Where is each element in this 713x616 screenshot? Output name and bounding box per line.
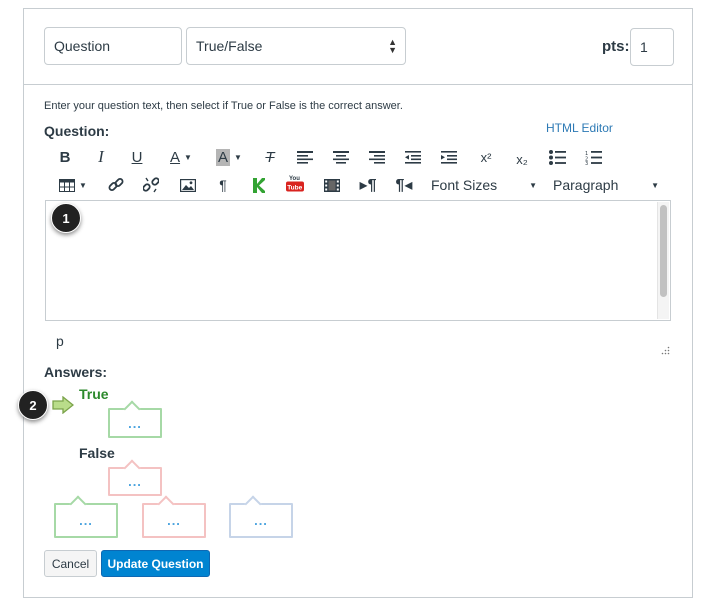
answer-true[interactable]: True	[79, 386, 109, 402]
question-label: Question:	[44, 123, 110, 139]
image-icon	[180, 178, 196, 192]
rtl-direction-button[interactable]: ¶◂	[393, 174, 415, 196]
editor-path-indicator: p	[56, 333, 64, 349]
update-question-button[interactable]: Update Question	[101, 550, 210, 577]
chevron-down-icon: ▼	[79, 180, 87, 190]
answer-true-comment-button[interactable]: ...	[108, 400, 162, 438]
insert-link-button[interactable]	[106, 174, 126, 196]
align-right-icon	[369, 150, 385, 164]
svg-text:3: 3	[585, 161, 588, 165]
editor-scrollbar-thumb[interactable]	[660, 205, 667, 297]
indent-icon	[441, 150, 457, 164]
insert-image-button[interactable]	[178, 174, 198, 196]
select-arrows-icon: ▲ ▼	[388, 37, 397, 55]
paragraph-format-label: Paragraph	[553, 177, 619, 193]
outdent-button[interactable]	[404, 146, 422, 168]
callout-marker-2: 2	[18, 390, 48, 420]
youtube-button[interactable]: You Tube	[284, 172, 306, 194]
indent-button[interactable]	[440, 146, 458, 168]
callout-marker-1: 1	[51, 203, 81, 233]
unlink-icon	[143, 177, 159, 193]
neutral-feedback-button[interactable]: ...	[229, 495, 293, 538]
bold-button[interactable]: B	[56, 146, 74, 168]
cancel-button[interactable]: Cancel	[44, 550, 97, 577]
superscript-button[interactable]: x²	[476, 146, 496, 168]
font-sizes-label: Font Sizes	[431, 177, 498, 193]
ellipsis-label: ...	[254, 513, 268, 528]
table-icon	[59, 178, 76, 192]
film-icon	[324, 178, 340, 192]
align-center-icon	[333, 150, 349, 164]
html-editor-link[interactable]: HTML Editor	[546, 121, 613, 135]
background-color-button[interactable]: A ▼	[212, 146, 246, 168]
align-left-button[interactable]	[296, 146, 314, 168]
answer-false[interactable]: False	[79, 445, 115, 461]
ellipsis-label: ...	[167, 513, 181, 528]
ltr-direction-button[interactable]: ▸¶	[357, 174, 379, 196]
ltr-direction-icon: ▸¶	[359, 177, 377, 194]
kaltura-icon	[253, 177, 265, 193]
font-color-icon: A	[170, 148, 181, 166]
question-type-value: True/False	[196, 38, 263, 54]
question-name-input[interactable]: Question	[44, 27, 182, 65]
incorrect-feedback-button[interactable]: ...	[142, 495, 206, 538]
ellipsis-label: ...	[128, 474, 142, 489]
align-right-button[interactable]	[368, 146, 386, 168]
bullet-list-icon	[548, 149, 566, 165]
pilcrow-icon: ¶	[219, 177, 227, 193]
answer-false-comment-button[interactable]: ...	[108, 459, 162, 496]
align-center-button[interactable]	[332, 146, 350, 168]
chevron-down-icon: ▼	[184, 152, 192, 162]
editor-scrollbar[interactable]	[657, 202, 669, 319]
remove-link-button[interactable]	[141, 174, 161, 196]
chevron-down-icon: ▼	[234, 152, 242, 162]
correct-answer-arrow-icon	[52, 396, 74, 414]
font-sizes-select[interactable]: Font Sizes ▼	[431, 174, 537, 196]
points-input[interactable]: 1	[630, 28, 674, 66]
rtl-direction-icon: ¶◂	[395, 177, 413, 194]
font-color-button[interactable]: A ▼	[164, 146, 198, 168]
numbered-list-icon: 123	[585, 150, 602, 165]
feedback-notch	[157, 495, 175, 513]
question-instructions: Enter your question text, then select if…	[44, 100, 403, 112]
points-label: pts:	[602, 38, 630, 55]
outdent-icon	[405, 150, 421, 164]
italic-button[interactable]: I	[92, 146, 110, 168]
question-type-select[interactable]: True/False ▲ ▼	[186, 27, 406, 65]
correct-feedback-button[interactable]: ...	[54, 495, 118, 538]
question-header: Question True/False ▲ ▼ pts: 1	[24, 9, 692, 85]
align-left-icon	[297, 150, 313, 164]
ellipsis-label: ...	[128, 415, 142, 431]
link-icon	[108, 178, 124, 191]
chevron-down-icon: ▼	[651, 180, 659, 190]
answers-label: Answers:	[44, 364, 108, 380]
ellipsis-label: ...	[79, 513, 93, 528]
svg-text:Tube: Tube	[287, 185, 302, 192]
kaltura-media-button[interactable]	[250, 174, 268, 196]
question-editor-frame: Question True/False ▲ ▼ pts: 1 Enter your…	[18, 8, 693, 598]
numbered-list-button[interactable]: 123	[584, 146, 602, 168]
table-button[interactable]: ▼	[56, 174, 90, 196]
feedback-notch	[244, 495, 262, 513]
chevron-down-icon: ▼	[529, 180, 537, 190]
insert-media-button[interactable]	[322, 174, 342, 196]
question-text-editor[interactable]	[45, 200, 671, 321]
underline-button[interactable]: U	[128, 146, 146, 168]
youtube-icon: You Tube	[286, 176, 304, 192]
resize-handle-icon[interactable]	[661, 346, 670, 355]
paragraph-format-select[interactable]: Paragraph ▼	[553, 174, 659, 196]
subscript-button[interactable]: x₂	[512, 148, 532, 170]
feedback-notch	[69, 495, 87, 513]
clear-formatting-button[interactable]: T	[260, 146, 280, 168]
svg-text:You: You	[289, 176, 300, 182]
bullet-list-button[interactable]	[548, 146, 566, 168]
paragraph-mark-button[interactable]: ¶	[215, 174, 231, 196]
background-color-icon: A	[216, 148, 231, 166]
